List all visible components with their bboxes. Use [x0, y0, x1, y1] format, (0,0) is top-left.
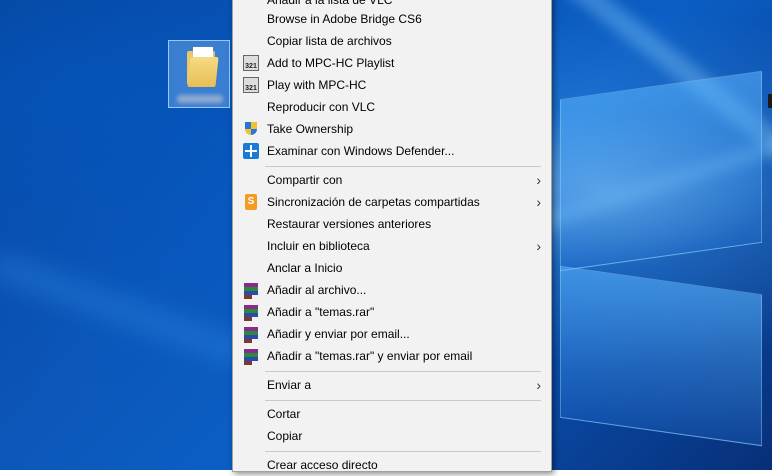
menu-item-create-shortcut[interactable]: Crear acceso directo — [235, 454, 549, 476]
menu-item-cut[interactable]: Cortar — [235, 403, 549, 425]
winrar-icon — [243, 282, 259, 299]
windows-defender-icon — [243, 143, 259, 159]
menu-item-add-archive[interactable]: Añadir al archivo... — [235, 279, 549, 301]
menu-item-add-email[interactable]: Añadir y enviar por email... — [235, 323, 549, 345]
menu-item-copy-file-list[interactable]: Copiar lista de archivos — [235, 30, 549, 52]
menu-item-label: Reproducir con VLC — [267, 100, 376, 114]
menu-item-label: Play with MPC-HC — [267, 78, 367, 92]
menu-item-label: Cortar — [267, 407, 301, 421]
menu-item-label: Browse in Adobe Bridge CS6 — [267, 12, 422, 26]
menu-item-label: Compartir con — [267, 173, 343, 187]
menu-item-copy[interactable]: Copiar — [235, 425, 549, 447]
menu-item-play-mpc[interactable]: Play with MPC-HC — [235, 74, 549, 96]
winrar-icon — [243, 326, 259, 343]
winrar-icon — [243, 348, 259, 365]
menu-item-label: Añadir a "temas.rar" y enviar por email — [267, 349, 473, 363]
menu-item-label: Restaurar versiones anteriores — [267, 217, 432, 231]
menu-item-label: Copiar lista de archivos — [267, 34, 392, 48]
menu-separator — [265, 400, 541, 401]
menu-item-label: Añadir al archivo... — [267, 283, 367, 297]
menu-item-scan-defender[interactable]: Examinar con Windows Defender... — [235, 140, 549, 162]
menu-item-take-ownership[interactable]: Take Ownership — [235, 118, 549, 140]
desktop-folder-selected[interactable] — [168, 40, 230, 108]
menu-item-play-vlc[interactable]: Reproducir con VLC — [235, 96, 549, 118]
submenu-arrow-icon: › — [536, 194, 541, 210]
menu-item-send-to[interactable]: Enviar a › — [235, 374, 549, 396]
menu-item-add-mpc-playlist[interactable]: Add to MPC-HC Playlist — [235, 52, 549, 74]
menu-item-label: Añadir y enviar por email... — [267, 327, 410, 341]
menu-item-label: Incluir en biblioteca — [267, 239, 370, 253]
submenu-arrow-icon: › — [536, 377, 541, 393]
menu-item-pin-start[interactable]: Anclar a Inicio — [235, 257, 549, 279]
context-menu: Añadir a la lista de VLC Browse in Adobe… — [232, 0, 552, 472]
menu-item-label: Add to MPC-HC Playlist — [267, 56, 395, 70]
folder-label-blurred — [177, 95, 223, 103]
menu-item-add-temas-rar[interactable]: Añadir a "temas.rar" — [235, 301, 549, 323]
submenu-arrow-icon: › — [536, 238, 541, 254]
menu-separator — [265, 371, 541, 372]
menu-item-label: Enviar a — [267, 378, 312, 392]
mpc-hc-icon — [243, 77, 259, 93]
menu-item-include-library[interactable]: Incluir en biblioteca › — [235, 235, 549, 257]
menu-item-label: Examinar con Windows Defender... — [267, 144, 455, 158]
folder-icon — [187, 47, 219, 87]
sync-icon: S — [245, 194, 257, 210]
mpc-hc-icon — [243, 55, 259, 71]
menu-item-label: Copiar — [267, 429, 303, 443]
menu-item-share-with[interactable]: Compartir con › — [235, 169, 549, 191]
menu-item-label: Anclar a Inicio — [267, 261, 343, 275]
menu-item-label: Crear acceso directo — [267, 458, 378, 472]
submenu-arrow-icon: › — [536, 172, 541, 188]
menu-item-browse-adobe-bridge[interactable]: Browse in Adobe Bridge CS6 — [235, 8, 549, 30]
menu-item-sync-shared-folders[interactable]: S Sincronización de carpetas compartidas… — [235, 191, 549, 213]
menu-item-restore-versions[interactable]: Restaurar versiones anteriores — [235, 213, 549, 235]
uac-shield-icon — [243, 121, 259, 137]
menu-separator — [265, 451, 541, 452]
window-edge — [768, 94, 772, 108]
winrar-icon — [243, 304, 259, 321]
menu-item-add-temas-email[interactable]: Añadir a "temas.rar" y enviar por email — [235, 345, 549, 367]
menu-item-label: Añadir a "temas.rar" — [267, 305, 375, 319]
menu-separator — [265, 166, 541, 167]
menu-item-label: Take Ownership — [267, 122, 354, 136]
menu-item-label: Sincronización de carpetas compartidas — [267, 195, 480, 209]
